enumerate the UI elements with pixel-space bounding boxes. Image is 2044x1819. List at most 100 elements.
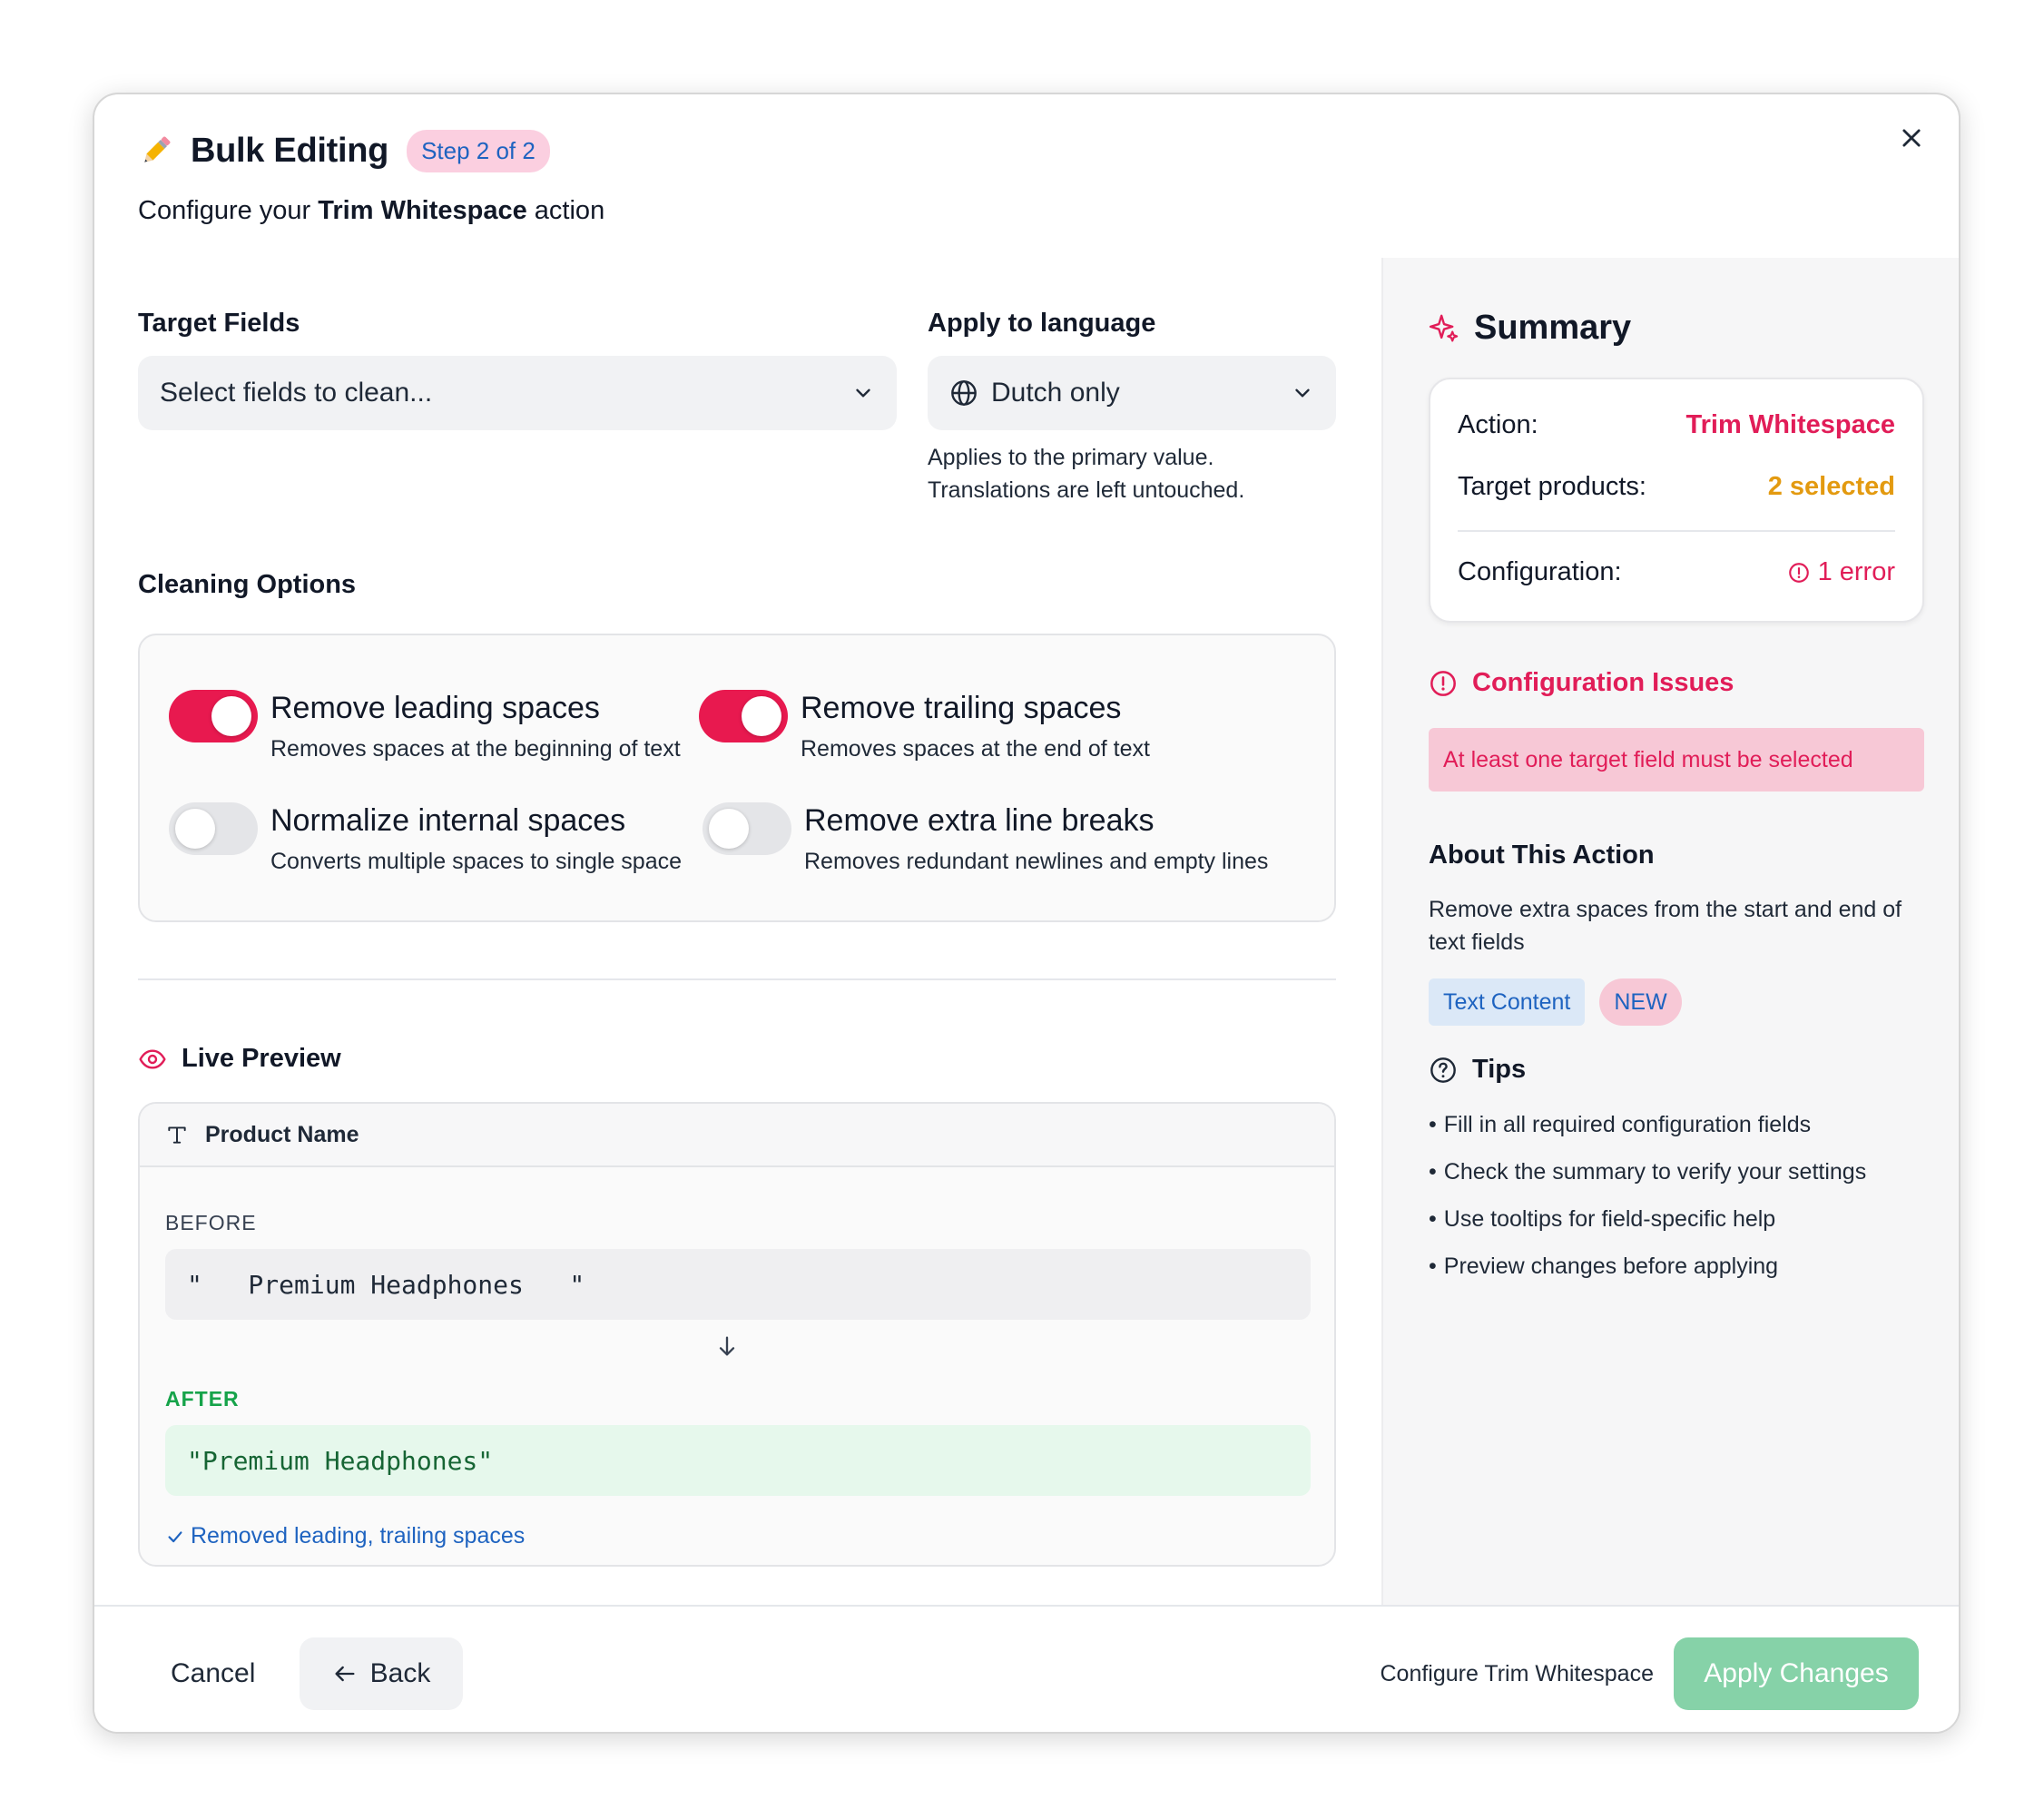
live-preview-panel: Product Name BEFORE " Premium Headphones… bbox=[138, 1102, 1336, 1567]
summary-card: Action: Trim Whitespace Target products:… bbox=[1429, 378, 1924, 623]
after-label: AFTER bbox=[165, 1387, 240, 1411]
target-fields-label: Target Fields bbox=[138, 309, 300, 338]
language-select[interactable]: Dutch only bbox=[928, 356, 1336, 430]
preview-field-header: Product Name bbox=[140, 1104, 1334, 1167]
language-value: Dutch only bbox=[991, 378, 1120, 408]
language-label: Apply to language bbox=[928, 309, 1156, 338]
tips-title: Tips bbox=[1472, 1055, 1527, 1084]
arrow-down-icon bbox=[719, 1336, 735, 1356]
language-note-line1: Applies to the primary value. bbox=[928, 445, 1214, 470]
summary-header: Summary bbox=[1429, 309, 1631, 348]
language-note: Applies to the primary value. Translatio… bbox=[928, 441, 1244, 506]
arrow-left-icon bbox=[335, 1666, 355, 1682]
target-fields-placeholder: Select fields to clean... bbox=[160, 378, 433, 408]
cleaning-options-panel: Remove leading spaces Removes spaces at … bbox=[138, 634, 1336, 922]
footer-action-note: Configure Trim Whitespace bbox=[1380, 1660, 1654, 1686]
close-icon bbox=[1902, 129, 1921, 147]
option-normalize-internal: Normalize internal spaces Converts multi… bbox=[169, 802, 682, 875]
option-title: Remove trailing spaces bbox=[801, 691, 1122, 725]
about-description: Remove extra spaces from the start and e… bbox=[1429, 897, 1902, 955]
alert-circle-icon bbox=[1788, 562, 1809, 583]
option-description: Removes redundant newlines and empty lin… bbox=[804, 849, 1269, 874]
option-remove-line-breaks: Remove extra line breaks Removes redunda… bbox=[703, 802, 1268, 875]
preview-result: Removed leading, trailing spaces bbox=[165, 1523, 525, 1549]
target-fields-select[interactable]: Select fields to clean... bbox=[138, 356, 897, 430]
tip-item: Preview changes before applying bbox=[1429, 1253, 1866, 1300]
subtitle-action: Trim Whitespace bbox=[318, 196, 527, 225]
option-title: Normalize internal spaces bbox=[270, 803, 626, 838]
bulk-editing-dialog: Bulk Editing Step 2 of 2 Configure your … bbox=[93, 93, 1960, 1734]
option-title: Remove leading spaces bbox=[270, 691, 600, 725]
check-icon bbox=[168, 1530, 182, 1542]
tips-header: Tips bbox=[1429, 1055, 1526, 1085]
summary-title: Summary bbox=[1474, 309, 1632, 347]
before-value: " Premium Headphones " bbox=[165, 1249, 1311, 1320]
summary-config-text: 1 error bbox=[1817, 557, 1895, 586]
cancel-button[interactable]: Cancel bbox=[138, 1637, 288, 1710]
summary-row-target: Target products: 2 selected bbox=[1458, 472, 1895, 502]
summary-divider bbox=[1458, 530, 1895, 532]
live-preview-label: Live Preview bbox=[182, 1044, 341, 1073]
tip-item: Fill in all required configuration field… bbox=[1429, 1111, 1866, 1158]
summary-key: Action: bbox=[1458, 410, 1538, 439]
normalize-internal-toggle[interactable] bbox=[169, 802, 258, 855]
dialog-header: Bulk Editing Step 2 of 2 Configure your … bbox=[138, 127, 1850, 226]
option-remove-leading: Remove leading spaces Removes spaces at … bbox=[169, 690, 681, 762]
summary-sidebar: Summary Action: Trim Whitespace Target p… bbox=[1381, 258, 1959, 1605]
option-remove-trailing: Remove trailing spaces Removes spaces at… bbox=[699, 690, 1150, 762]
eye-icon bbox=[139, 1048, 166, 1069]
summary-action-value: Trim Whitespace bbox=[1685, 410, 1895, 439]
tip-item: Check the summary to verify your setting… bbox=[1429, 1158, 1866, 1205]
new-badge: NEW bbox=[1599, 978, 1682, 1026]
subtitle-prefix: Configure your bbox=[138, 196, 319, 225]
live-preview-header: Live Preview bbox=[138, 1044, 341, 1074]
option-description: Removes spaces at the beginning of text bbox=[270, 736, 681, 762]
remove-line-breaks-toggle[interactable] bbox=[703, 802, 791, 855]
dialog-title: Bulk Editing bbox=[191, 131, 389, 170]
section-divider bbox=[138, 978, 1336, 980]
close-button[interactable] bbox=[1888, 114, 1935, 162]
back-label: Back bbox=[369, 1658, 431, 1688]
configuration-issues-title: Configuration Issues bbox=[1472, 668, 1734, 697]
tips-list: Fill in all required configuration field… bbox=[1429, 1111, 1866, 1300]
dialog-footer: Cancel Back Configure Trim Whitespace Ap… bbox=[94, 1605, 1959, 1732]
preview-field-name: Product Name bbox=[205, 1121, 359, 1147]
configuration-issues-header: Configuration Issues bbox=[1429, 668, 1734, 698]
summary-target-value: 2 selected bbox=[1767, 472, 1895, 501]
apply-changes-button[interactable]: Apply Changes bbox=[1674, 1637, 1919, 1710]
pencil-icon bbox=[144, 136, 171, 162]
dialog-subtitle: Configure your Trim Whitespace action bbox=[138, 196, 1850, 226]
preview-result-text: Removed leading, trailing spaces bbox=[191, 1523, 526, 1549]
back-button[interactable]: Back bbox=[300, 1637, 463, 1710]
after-value: "Premium Headphones" bbox=[165, 1425, 1311, 1496]
toggle-knob bbox=[709, 809, 749, 849]
summary-row-config: Configuration: 1 error bbox=[1458, 557, 1895, 587]
alert-circle-icon bbox=[1430, 670, 1456, 696]
option-description: Converts multiple spaces to single space bbox=[270, 849, 683, 874]
issue-message: At least one target field must be select… bbox=[1429, 728, 1924, 792]
globe-icon bbox=[951, 380, 977, 406]
before-label: BEFORE bbox=[165, 1211, 257, 1234]
summary-key: Target products: bbox=[1458, 472, 1646, 501]
summary-row-action: Action: Trim Whitespace bbox=[1458, 410, 1895, 440]
about-tags: Text Content NEW bbox=[1429, 978, 1682, 1026]
help-circle-icon bbox=[1430, 1057, 1456, 1083]
category-tag: Text Content bbox=[1429, 978, 1586, 1026]
about-title: About This Action bbox=[1429, 841, 1655, 870]
summary-config-value: 1 error bbox=[1787, 557, 1895, 587]
option-description: Removes spaces at the end of text bbox=[801, 736, 1150, 762]
toggle-knob bbox=[211, 696, 251, 736]
toggle-knob bbox=[742, 696, 781, 736]
chevron-down-icon bbox=[856, 388, 870, 398]
language-note-line2: Translations are left untouched. bbox=[928, 477, 1245, 503]
tip-item: Use tooltips for field-specific help bbox=[1429, 1205, 1866, 1253]
step-badge: Step 2 of 2 bbox=[407, 129, 550, 172]
toggle-knob bbox=[175, 809, 215, 849]
text-type-icon bbox=[168, 1126, 186, 1144]
remove-trailing-toggle[interactable] bbox=[699, 690, 788, 742]
remove-leading-toggle[interactable] bbox=[169, 690, 258, 742]
summary-key: Configuration: bbox=[1458, 557, 1622, 586]
cleaning-options-label: Cleaning Options bbox=[138, 570, 357, 599]
option-title: Remove extra line breaks bbox=[804, 803, 1155, 838]
sparkle-icon bbox=[1429, 314, 1459, 342]
